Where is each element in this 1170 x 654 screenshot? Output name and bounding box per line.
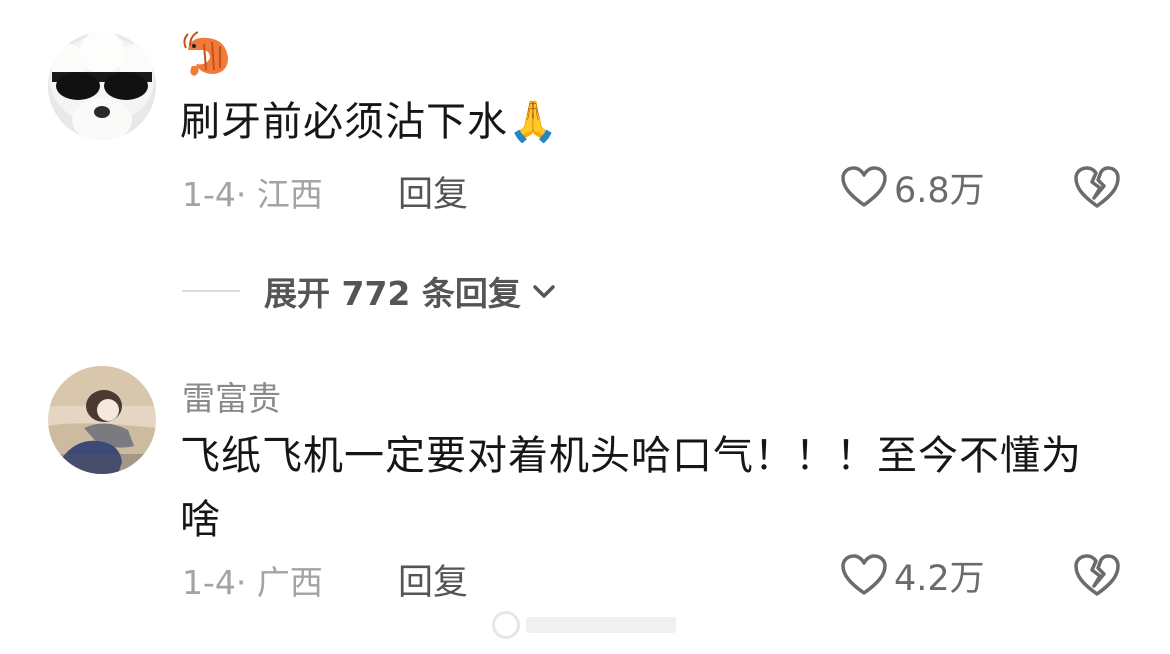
meta-separator: · <box>235 175 247 214</box>
like-count: 4.2万 <box>894 558 985 599</box>
watermark-text-shape <box>526 617 676 633</box>
expand-replies-label: 展开 772 条回复 <box>264 274 521 313</box>
like-count: 6.8万 <box>894 170 985 211</box>
reply-button[interactable]: 回复 <box>398 554 468 605</box>
comment-location: 江西 <box>256 175 323 214</box>
avatar[interactable] <box>48 32 156 140</box>
comment-text: 刷牙前必须沾下水🙏 <box>180 99 559 145</box>
username[interactable]: 雷富贵 <box>182 372 281 420</box>
like-button[interactable]: 6.8万 <box>840 162 985 212</box>
dislike-button[interactable] <box>1074 164 1120 210</box>
watermark-logo-icon <box>492 611 520 639</box>
dog-sunglasses-avatar-icon <box>48 32 156 140</box>
chevron-down-icon <box>533 285 555 298</box>
broken-heart-icon <box>1074 554 1120 596</box>
broken-heart-icon <box>1074 166 1120 208</box>
heart-icon <box>841 166 887 207</box>
cartoon-girl-avatar-icon <box>48 366 156 474</box>
heart-icon <box>841 554 887 595</box>
comment-location: 广西 <box>256 563 323 602</box>
comment-date: 1-4 <box>182 175 236 214</box>
reply-button[interactable]: 回复 <box>398 166 468 217</box>
avatar[interactable] <box>48 366 156 474</box>
dislike-button[interactable] <box>1074 552 1120 598</box>
meta-separator: · <box>235 563 247 602</box>
like-button[interactable]: 4.2万 <box>840 550 985 600</box>
comment-meta: 1-4· 广西 <box>182 556 323 604</box>
shrimp-emoji-icon <box>180 30 234 80</box>
expand-replies-button[interactable]: 展开 772 条回复 <box>182 268 559 314</box>
watermark <box>492 610 676 640</box>
comment-date: 1-4 <box>182 563 236 602</box>
comment-text: 飞纸飞机一定要对着机头哈口气！！！至今不懂为啥 <box>180 433 1082 543</box>
comment-meta: 1-4· 江西 <box>182 168 323 216</box>
divider-line <box>182 290 240 292</box>
